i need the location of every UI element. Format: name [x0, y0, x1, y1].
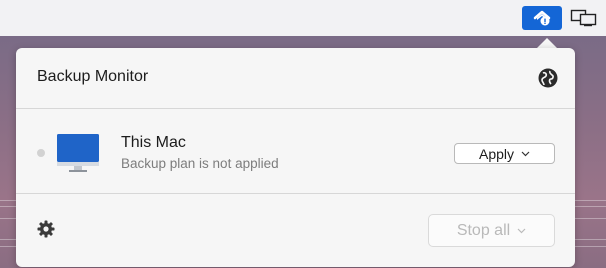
menu-bar: [0, 0, 606, 36]
stop-all-button[interactable]: Stop all: [428, 214, 555, 247]
apply-button-label: Apply: [478, 145, 515, 162]
computer-name: This Mac: [121, 134, 186, 151]
display-menubar-button[interactable]: [566, 6, 602, 30]
computer-row[interactable]: This Mac Backup plan is not applied Appl…: [16, 109, 575, 193]
backup-monitor-popover: Backup Monitor This Mac Backup plan is n…: [16, 48, 575, 267]
backup-shield-icon: [533, 10, 551, 26]
stop-all-label: Stop all: [456, 221, 511, 239]
display-mirroring-icon: [570, 9, 597, 27]
backup-status-text: Backup plan is not applied: [121, 156, 279, 171]
popover-header: Backup Monitor: [16, 48, 575, 108]
imac-icon: [57, 134, 99, 172]
popover-title: Backup Monitor: [37, 68, 149, 85]
chevron-down-icon: [517, 228, 526, 234]
popover-footer: Stop all: [16, 194, 575, 267]
backup-menubar-button[interactable]: [522, 6, 562, 30]
apply-button[interactable]: Apply: [454, 143, 555, 164]
chevron-down-icon: [521, 151, 530, 157]
status-dot: [37, 149, 45, 157]
globe-icon[interactable]: [537, 67, 559, 89]
gear-icon[interactable]: [37, 220, 55, 238]
